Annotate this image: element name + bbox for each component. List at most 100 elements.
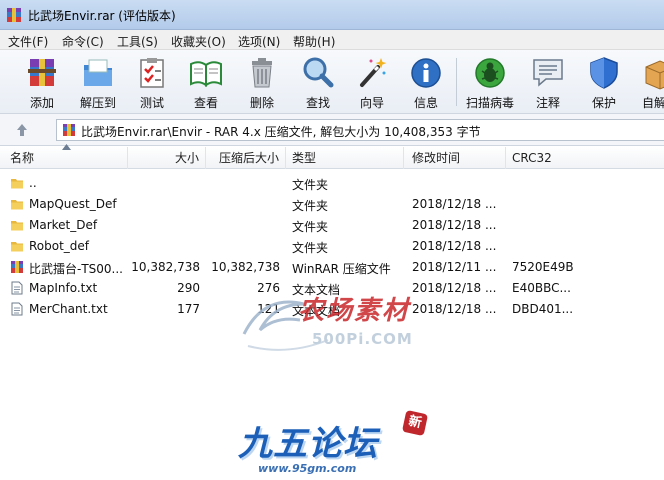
file-type: 文件夹 [292, 220, 329, 234]
view-book-icon [190, 61, 222, 87]
file-crc32: 7520E49B [512, 260, 574, 274]
file-row[interactable]: MapQuest_Def 文件夹 2018/12/18 ... [0, 194, 664, 215]
shield-icon [590, 57, 618, 89]
menu-file[interactable]: 文件(F) [8, 33, 48, 50]
file-crc32: DBD401... [512, 302, 574, 316]
test-button[interactable]: 测试 [124, 52, 180, 112]
watermark-500pi: 农场素材 500Pi.COM [234, 286, 434, 360]
magnifier-icon [303, 57, 334, 88]
text-file-icon [11, 302, 23, 316]
rar-archive-icon [63, 124, 75, 136]
virus-scan-button[interactable]: 扫描病毒 [462, 52, 518, 112]
column-modified[interactable]: 修改时间 [404, 147, 506, 169]
wizard-button[interactable]: 向导 [344, 52, 400, 112]
up-arrow-icon[interactable] [14, 122, 30, 138]
add-button[interactable]: 添加 [14, 52, 70, 112]
wizard-button-label: 向导 [359, 96, 384, 110]
window-title: 比武场Envir.rar (评估版本) [28, 9, 176, 23]
file-modified: 2018/12/11 ... [412, 260, 497, 274]
menu-favorites[interactable]: 收藏夹(O) [171, 33, 226, 50]
info-icon [411, 58, 441, 88]
info-button-label: 信息 [413, 96, 438, 110]
test-icon [140, 58, 164, 88]
file-name: .. [29, 176, 37, 190]
extract-to-button-label: 解压到 [79, 96, 116, 110]
column-size[interactable]: 大小 [128, 147, 206, 169]
find-button[interactable]: 查找 [290, 52, 346, 112]
file-row[interactable]: Robot_def 文件夹 2018/12/18 ... [0, 236, 664, 257]
file-name: Robot_def [29, 239, 90, 253]
comment-button-label: 注释 [535, 96, 560, 110]
menu-bar: 文件(F) 命令(C) 工具(S) 收藏夹(O) 选项(N) 帮助(H) [0, 30, 664, 50]
view-button[interactable]: 查看 [178, 52, 234, 112]
file-packed-size: 10,382,738 [211, 260, 280, 274]
path-field[interactable]: 比武场Envir.rar\Envir - RAR 4.x 压缩文件, 解包大小为… [56, 119, 664, 141]
file-type: WinRAR 压缩文件 [292, 262, 391, 276]
view-button-label: 查看 [193, 96, 218, 110]
file-modified: 2018/12/18 ... [412, 218, 497, 232]
file-type: 文件夹 [292, 241, 329, 255]
find-button-label: 查找 [305, 96, 330, 110]
comment-button[interactable]: 注释 [520, 52, 576, 112]
folder-icon [11, 179, 23, 189]
extract-to-button[interactable]: 解压到 [70, 52, 126, 112]
watermark-forum-url: www.95gm.com [258, 462, 357, 475]
column-type[interactable]: 类型 [286, 147, 404, 169]
rar-file-icon [11, 261, 23, 273]
column-name[interactable]: 名称 [0, 147, 128, 169]
info-button[interactable]: 信息 [398, 52, 454, 112]
add-archive-icon [28, 59, 56, 86]
sfx-button-label: 自解压 [641, 96, 664, 110]
delete-button[interactable]: 删除 [234, 52, 290, 112]
file-type: 文件夹 [292, 178, 329, 192]
file-name: MapInfo.txt [29, 281, 98, 295]
toolbar: 添加 解压到 测试 查看 删除 查找 向导 信息 扫描病毒 注释 保护 自解 [0, 50, 664, 114]
trash-icon [252, 58, 272, 88]
file-modified: 2018/12/18 ... [412, 197, 497, 211]
column-crc32[interactable]: CRC32 [506, 147, 664, 169]
virus-scan-button-label: 扫描病毒 [465, 96, 514, 110]
menu-commands[interactable]: 命令(C) [62, 33, 104, 50]
add-button-label: 添加 [29, 96, 54, 110]
watermark-95gm: 九五论坛 新 www.95gm.com [232, 409, 442, 480]
file-size: 10,382,738 [131, 260, 200, 274]
file-size: 290 [177, 281, 200, 295]
wizard-wand-icon [360, 58, 387, 87]
file-name: MapQuest_Def [29, 197, 117, 211]
protect-button[interactable]: 保护 [576, 52, 632, 112]
folder-icon [11, 200, 23, 210]
folder-icon [11, 242, 23, 252]
file-crc32: E40BBC... [512, 281, 571, 295]
new-badge: 新 [401, 409, 429, 437]
menu-help[interactable]: 帮助(H) [293, 33, 335, 50]
file-name: 比武擂台-TS00... [29, 262, 123, 276]
text-file-icon [11, 281, 23, 295]
file-type: 文件夹 [292, 199, 329, 213]
file-modified: 2018/12/18 ... [412, 239, 497, 253]
column-packed-size[interactable]: 压缩后大小 [206, 147, 286, 169]
protect-button-label: 保护 [591, 96, 616, 110]
folder-icon [11, 221, 23, 231]
watermark-forum-title: 九五论坛 [238, 424, 378, 464]
comment-icon [533, 59, 563, 87]
watermark-title: 农场素材 [298, 296, 411, 326]
sfx-box-icon [645, 60, 664, 90]
menu-options[interactable]: 选项(N) [238, 33, 280, 50]
file-row[interactable]: 比武擂台-TS00... 10,382,738 10,382,738 WinRA… [0, 257, 664, 278]
file-size: 177 [177, 302, 200, 316]
extract-to-icon [84, 59, 112, 86]
watermark-url: 500Pi.COM [312, 330, 413, 348]
toolbar-separator [456, 58, 457, 106]
file-row[interactable]: Market_Def 文件夹 2018/12/18 ... [0, 215, 664, 236]
winrar-app-icon [7, 8, 21, 22]
delete-button-label: 删除 [249, 96, 274, 110]
menu-tools[interactable]: 工具(S) [117, 33, 158, 50]
test-button-label: 测试 [139, 96, 164, 110]
file-name: Market_Def [29, 218, 98, 232]
file-list-header: 名称 大小 压缩后大小 类型 修改时间 CRC32 [0, 144, 664, 169]
title-bar: 比武场Envir.rar (评估版本) [0, 0, 664, 30]
file-row[interactable]: .. 文件夹 [0, 173, 664, 194]
address-bar: 比武场Envir.rar\Envir - RAR 4.x 压缩文件, 解包大小为… [0, 114, 664, 146]
archive-path: 比武场Envir.rar\Envir - RAR 4.x 压缩文件, 解包大小为… [81, 125, 481, 139]
sfx-button[interactable]: 自解压 [632, 52, 664, 112]
